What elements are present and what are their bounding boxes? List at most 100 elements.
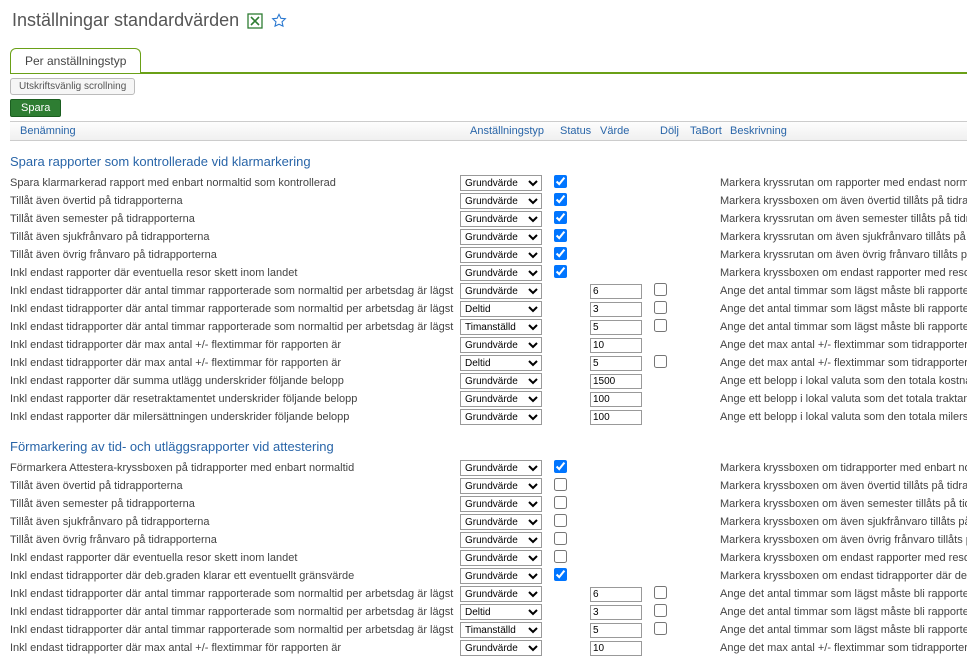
status-checkbox[interactable] <box>554 211 567 224</box>
anstallningstyp-select[interactable]: GrundvärdeDeltidTimanställd <box>460 550 542 566</box>
setting-row: Inkl endast tidrapporter där antal timma… <box>10 621 967 639</box>
value-input[interactable] <box>590 587 642 602</box>
setting-description: Ange det max antal +/- flextimmar som ti… <box>720 339 967 351</box>
status-checkbox[interactable] <box>554 229 567 242</box>
status-checkbox[interactable] <box>554 460 567 473</box>
anstallningstyp-select[interactable]: GrundvärdeDeltidTimanställd <box>460 532 542 548</box>
value-input[interactable] <box>590 356 642 371</box>
setting-description: Ange ett belopp i lokal valuta som den t… <box>720 375 967 387</box>
anstallningstyp-select[interactable]: GrundvärdeDeltidTimanställd <box>460 586 542 602</box>
setting-name: Inkl endast rapporter där eventuella res… <box>10 267 460 279</box>
setting-description: Ange ett belopp i lokal valuta som det t… <box>720 393 967 405</box>
anstallningstyp-select[interactable]: GrundvärdeDeltidTimanställd <box>460 460 542 476</box>
anstallningstyp-select[interactable]: GrundvärdeDeltidTimanställd <box>460 568 542 584</box>
status-checkbox[interactable] <box>554 175 567 188</box>
status-checkbox[interactable] <box>554 193 567 206</box>
setting-description: Markera kryssboxen om endast rapporter m… <box>720 552 967 564</box>
anstallningstyp-select[interactable]: GrundvärdeDeltidTimanställd <box>460 496 542 512</box>
setting-description: Markera kryssboxen om även semester till… <box>720 498 967 510</box>
print-friendly-button[interactable]: Utskriftsvänlig scrollning <box>10 78 135 95</box>
setting-row: Inkl endast tidrapporter där deb.graden … <box>10 567 967 585</box>
save-button[interactable]: Spara <box>10 99 61 117</box>
setting-description: Ange det max antal +/- flextimmar som ti… <box>720 642 967 654</box>
value-input[interactable] <box>590 410 642 425</box>
status-checkbox[interactable] <box>554 496 567 509</box>
anstallningstyp-select[interactable]: GrundvärdeDeltidTimanställd <box>460 604 542 620</box>
value-input[interactable] <box>590 338 642 353</box>
col-header-name[interactable]: Benämning <box>20 125 470 137</box>
tab-per-anstallningstyp[interactable]: Per anställningstyp <box>10 48 141 73</box>
anstallningstyp-select[interactable]: GrundvärdeDeltidTimanställd <box>460 337 542 353</box>
dolj-checkbox[interactable] <box>654 604 667 617</box>
col-header-anst[interactable]: Anställningstyp <box>470 125 560 137</box>
setting-name: Inkl endast tidrapporter där max antal +… <box>10 642 460 654</box>
anstallningstyp-select[interactable]: GrundvärdeDeltidTimanställd <box>460 283 542 299</box>
setting-description: Markera kryssboxen om även sjukfrånvaro … <box>720 516 967 528</box>
column-header-row: Benämning Anställningstyp Status Värde D… <box>10 121 967 141</box>
setting-row: Inkl endast tidrapporter där antal timma… <box>10 585 967 603</box>
value-input[interactable] <box>590 374 642 389</box>
setting-name: Tillåt även semester på tidrapporterna <box>10 498 460 510</box>
value-input[interactable] <box>590 392 642 407</box>
anstallningstyp-select[interactable]: GrundvärdeDeltidTimanställd <box>460 514 542 530</box>
anstallningstyp-select[interactable]: GrundvärdeDeltidTimanställd <box>460 175 542 191</box>
col-header-dolj[interactable]: Dölj <box>660 125 690 137</box>
setting-description: Ange det antal timmar som lägst måste bl… <box>720 303 967 315</box>
setting-description: Ange det max antal +/- flextimmar som ti… <box>720 357 967 369</box>
status-checkbox[interactable] <box>554 265 567 278</box>
anstallningstyp-select[interactable]: GrundvärdeDeltidTimanställd <box>460 211 542 227</box>
excel-export-icon[interactable] <box>247 13 263 29</box>
setting-row: Tillåt även övertid på tidrapporternaGru… <box>10 477 967 495</box>
dolj-checkbox[interactable] <box>654 301 667 314</box>
setting-name: Inkl endast tidrapporter där antal timma… <box>10 606 460 618</box>
status-checkbox[interactable] <box>554 568 567 581</box>
setting-name: Tillåt även övrig frånvaro på tidrapport… <box>10 249 460 261</box>
setting-name: Inkl endast tidrapporter där antal timma… <box>10 321 460 333</box>
setting-row: Tillåt även semester på tidrapporternaGr… <box>10 495 967 513</box>
setting-description: Markera kryssboxen om även övrig frånvar… <box>720 534 967 546</box>
anstallningstyp-select[interactable]: GrundvärdeDeltidTimanställd <box>460 409 542 425</box>
status-checkbox[interactable] <box>554 550 567 563</box>
anstallningstyp-select[interactable]: GrundvärdeDeltidTimanställd <box>460 301 542 317</box>
dolj-checkbox[interactable] <box>654 319 667 332</box>
anstallningstyp-select[interactable]: GrundvärdeDeltidTimanställd <box>460 640 542 656</box>
anstallningstyp-select[interactable]: GrundvärdeDeltidTimanställd <box>460 247 542 263</box>
dolj-checkbox[interactable] <box>654 622 667 635</box>
anstallningstyp-select[interactable]: GrundvärdeDeltidTimanställd <box>460 373 542 389</box>
anstallningstyp-select[interactable]: GrundvärdeDeltidTimanställd <box>460 391 542 407</box>
anstallningstyp-select[interactable]: GrundvärdeDeltidTimanställd <box>460 265 542 281</box>
setting-row: Inkl endast tidrapporter där antal timma… <box>10 282 967 300</box>
anstallningstyp-select[interactable]: GrundvärdeDeltidTimanställd <box>460 319 542 335</box>
dolj-checkbox[interactable] <box>654 355 667 368</box>
value-input[interactable] <box>590 605 642 620</box>
anstallningstyp-select[interactable]: GrundvärdeDeltidTimanställd <box>460 229 542 245</box>
setting-row: Inkl endast tidrapporter där antal timma… <box>10 603 967 621</box>
setting-name: Tillåt även sjukfrånvaro på tidrapporter… <box>10 516 460 528</box>
col-header-status[interactable]: Status <box>560 125 600 137</box>
value-input[interactable] <box>590 284 642 299</box>
status-checkbox[interactable] <box>554 532 567 545</box>
setting-name: Tillåt även övrig frånvaro på tidrapport… <box>10 534 460 546</box>
value-input[interactable] <box>590 641 642 656</box>
col-header-varde[interactable]: Värde <box>600 125 660 137</box>
anstallningstyp-select[interactable]: GrundvärdeDeltidTimanställd <box>460 193 542 209</box>
value-input[interactable] <box>590 623 642 638</box>
status-checkbox[interactable] <box>554 478 567 491</box>
status-checkbox[interactable] <box>554 247 567 260</box>
col-header-besk[interactable]: Beskrivning <box>730 125 957 137</box>
setting-row: Tillåt även övrig frånvaro på tidrapport… <box>10 531 967 549</box>
dolj-checkbox[interactable] <box>654 586 667 599</box>
value-input[interactable] <box>590 320 642 335</box>
anstallningstyp-select[interactable]: GrundvärdeDeltidTimanställd <box>460 478 542 494</box>
value-input[interactable] <box>590 302 642 317</box>
setting-row: Tillåt även semester på tidrapporternaGr… <box>10 210 967 228</box>
setting-row: Tillåt även sjukfrånvaro på tidrapporter… <box>10 513 967 531</box>
star-icon[interactable] <box>271 13 287 29</box>
status-checkbox[interactable] <box>554 514 567 527</box>
anstallningstyp-select[interactable]: GrundvärdeDeltidTimanställd <box>460 355 542 371</box>
setting-name: Förmarkera Attestera-kryssboxen på tidra… <box>10 462 460 474</box>
col-header-tabort[interactable]: TaBort <box>690 125 730 137</box>
anstallningstyp-select[interactable]: GrundvärdeDeltidTimanställd <box>460 622 542 638</box>
setting-name: Tillåt även semester på tidrapporterna <box>10 213 460 225</box>
dolj-checkbox[interactable] <box>654 283 667 296</box>
